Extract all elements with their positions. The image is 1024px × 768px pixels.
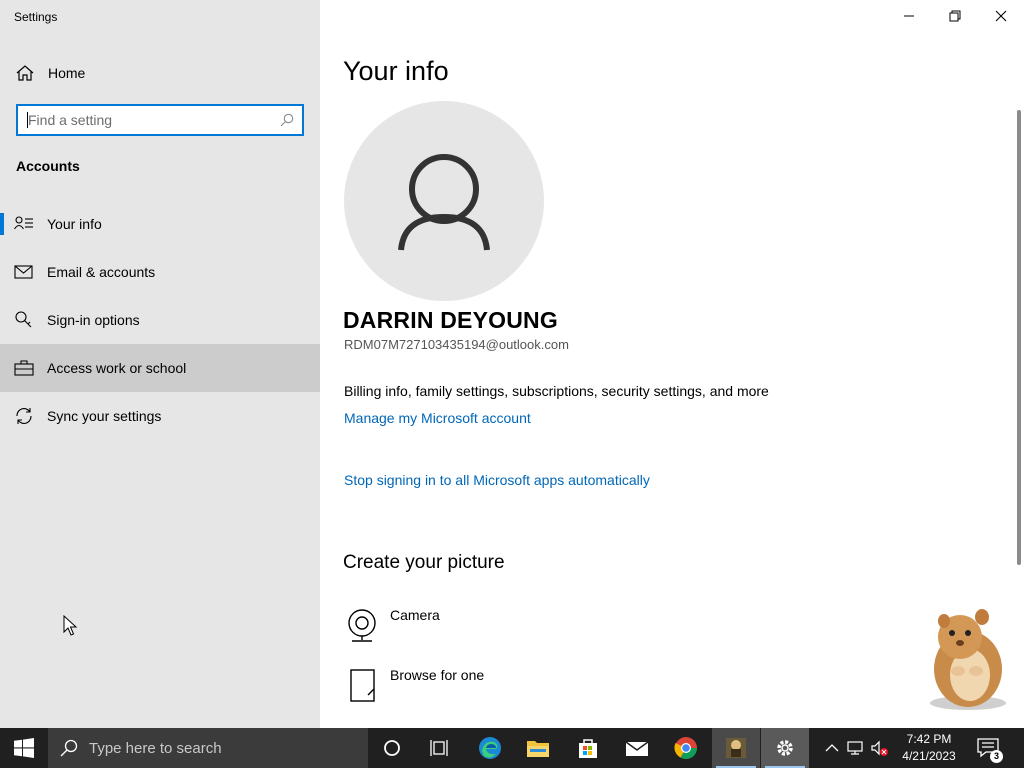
restore-button[interactable] [932,0,978,32]
mail-app-button[interactable] [613,728,661,768]
browse-icon [350,669,375,702]
taskbar-search-placeholder: Type here to search [89,740,222,757]
sidebar-item-email-accounts[interactable]: Email & accounts [0,248,320,296]
clock-time: 7:42 PM [906,732,952,746]
clock-date: 4/21/2023 [902,749,956,763]
search-icon[interactable] [280,113,294,127]
briefcase-icon [14,360,34,376]
person-list-icon [14,216,33,230]
cortana-icon [384,740,400,756]
sidebar-item-label: Email & accounts [47,264,156,280]
taskbar-search-box[interactable]: Type here to search [48,728,368,768]
billing-description: Billing info, family settings, subscript… [344,383,769,399]
sidebar-item-your-info[interactable]: Your info [0,200,320,248]
selected-indicator [0,213,4,235]
store-button[interactable] [564,728,612,768]
mail-app-icon [625,741,649,756]
search-icon [60,739,78,757]
home-nav-item[interactable]: Home [0,57,320,89]
scrollbar[interactable] [1017,110,1021,565]
file-explorer-button[interactable] [514,728,562,768]
chrome-icon [674,737,697,759]
settings-app-button[interactable] [761,728,809,768]
start-button[interactable] [0,728,48,768]
file-explorer-icon [527,741,549,757]
minimize-icon [904,15,914,17]
manage-microsoft-account-link[interactable]: Manage my Microsoft account [344,410,531,426]
home-label: Home [48,65,86,81]
volume-muted-icon[interactable] [870,738,890,758]
mail-icon [14,265,33,279]
taskbar: Type here to search 7:42 PM 4/21/2023 3 [0,728,1024,768]
sidebar-item-access-work-school[interactable]: Access work or school [0,344,320,392]
create-picture-title: Create your picture [343,552,505,573]
sidebar-item-label: Access work or school [47,360,187,376]
restore-icon [949,10,961,22]
game-app-button[interactable] [712,728,760,768]
accounts-section-title: Accounts [16,158,80,174]
sidebar-item-sign-in-options[interactable]: Sign-in options [0,296,320,344]
camera-icon [348,609,376,642]
game-app-icon [726,738,746,758]
stop-signing-in-link[interactable]: Stop signing in to all Microsoft apps au… [344,472,650,488]
camera-option[interactable]: Camera [344,607,644,651]
sidebar-item-label: Sync your settings [47,408,162,424]
sidebar-item-label: Sign-in options [47,312,140,328]
close-icon [995,10,1007,22]
hamster-mascot-icon [930,609,1006,710]
user-email: RDM07M727103435194@outlook.com [344,337,569,352]
edge-icon [479,737,501,759]
close-button[interactable] [978,0,1024,32]
settings-app-icon [777,740,793,756]
taskbar-clock[interactable]: 7:42 PM 4/21/2023 [890,731,968,765]
sidebar-nav: Your info Email & accounts Sign-in optio… [0,200,320,440]
page-title: Your info [343,56,449,86]
cortana-button[interactable] [368,728,416,768]
browse-label: Browse for one [390,667,485,683]
person-icon [398,154,490,251]
chrome-button[interactable] [662,728,710,768]
search-input[interactable] [28,111,268,129]
sidebar-item-sync-settings[interactable]: Sync your settings [0,392,320,440]
sidebar: Settings Home Accounts [0,0,320,728]
avatar [344,101,544,301]
chevron-up-icon[interactable] [822,738,842,758]
browse-option[interactable]: Browse for one [344,667,644,711]
find-setting-search-box[interactable] [16,104,304,136]
notification-center-button[interactable]: 3 [972,728,1012,768]
key-icon [15,311,32,328]
home-icon [16,65,34,81]
mouse-cursor-icon [63,615,78,636]
task-view-button[interactable] [416,728,464,768]
minimize-button[interactable] [886,0,932,32]
network-icon[interactable] [846,738,866,758]
sidebar-item-label: Your info [47,216,102,232]
camera-label: Camera [390,607,440,623]
settings-window: Settings Home Accounts [0,0,1024,728]
task-view-icon [430,740,448,756]
user-name: DARRIN DEYOUNG [343,307,558,333]
windows-logo-icon [14,738,34,758]
store-icon [579,739,597,758]
app-title: Settings [14,10,58,24]
sync-icon [16,408,32,424]
notification-badge: 3 [990,750,1003,763]
edge-button[interactable] [466,728,514,768]
